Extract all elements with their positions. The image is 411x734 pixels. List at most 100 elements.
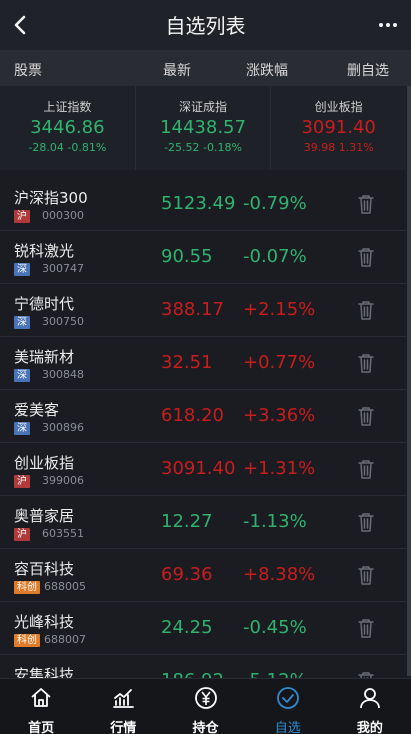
stock-change-pct: +8.38%: [243, 564, 316, 585]
stock-change-pct: -0.79%: [243, 193, 307, 214]
index-change: -28.04 -0.81%: [0, 141, 135, 154]
tab-check[interactable]: 自选: [247, 679, 329, 734]
stock-price: 12.27: [161, 511, 213, 532]
index-name: 上证指数: [43, 100, 92, 114]
delete-button[interactable]: [356, 617, 376, 639]
tab-label: 我的: [356, 721, 383, 734]
bottom-tab-bar: 首页 行情 持仓 自选 我的: [0, 678, 411, 734]
delete-button[interactable]: [356, 564, 376, 586]
stock-price: 5123.49: [161, 193, 236, 214]
tab-label: 自选: [274, 721, 301, 734]
tab-chart[interactable]: 行情: [82, 679, 164, 734]
chart-icon: [110, 685, 136, 715]
market-badge: 深: [14, 316, 30, 329]
stock-price: 90.55: [161, 246, 213, 267]
stock-price: 388.17: [161, 299, 224, 320]
stock-row[interactable]: 容百科技 科创 688005 69.36 +8.38%: [0, 549, 406, 602]
trash-icon: [356, 460, 376, 484]
stock-code: 000300: [42, 209, 84, 222]
index-change-points: 39.98: [303, 141, 336, 154]
stock-row[interactable]: 锐科激光深 300747 90.55 -0.07%: [0, 231, 406, 284]
trash-icon: [356, 513, 376, 537]
stock-name: 容百科技: [14, 560, 75, 578]
scrollbar[interactable]: [407, 86, 411, 676]
stock-row[interactable]: 宁德时代深 300750 388.17 +2.15%: [0, 284, 406, 337]
delete-button[interactable]: [356, 458, 376, 480]
market-badge: 沪: [14, 475, 30, 488]
column-stock[interactable]: 股票: [14, 60, 42, 80]
stock-code: 688007: [44, 633, 86, 646]
stock-row[interactable]: 爱美客深 300896 618.20 +3.36%: [0, 390, 406, 443]
stock-price: 69.36: [161, 564, 213, 585]
index-change: 39.98 1.31%: [271, 141, 406, 154]
trash-icon: [356, 566, 376, 590]
delete-button[interactable]: [356, 193, 376, 215]
trash-icon: [356, 619, 376, 643]
index-card[interactable]: 创业板指 3091.40 39.98 1.31%: [271, 86, 406, 170]
home-icon: [28, 685, 54, 715]
stock-change-pct: -1.13%: [243, 511, 307, 532]
index-name: 创业板指: [314, 100, 363, 114]
more-button[interactable]: [375, 12, 401, 38]
index-card[interactable]: 上证指数 3446.86 -28.04 -0.81%: [0, 86, 136, 170]
delete-button[interactable]: [356, 670, 376, 678]
delete-button[interactable]: [356, 405, 376, 427]
delete-button[interactable]: [356, 511, 376, 533]
stock-name: 创业板指: [14, 454, 75, 472]
stock-change-pct: -0.07%: [243, 246, 307, 267]
stock-row[interactable]: 沪深指300 沪 000300 5123.49 -0.79%: [0, 178, 406, 231]
trash-icon: [356, 248, 376, 272]
index-value: 3446.86: [30, 117, 105, 138]
column-change[interactable]: 涨跌幅: [246, 60, 288, 80]
tab-yuan[interactable]: 持仓: [164, 679, 246, 734]
tab-home[interactable]: 首页: [0, 679, 82, 734]
index-change-points: -28.04: [28, 141, 64, 154]
page-title: 自选列表: [165, 14, 246, 38]
index-change: -25.52 -0.18%: [136, 141, 271, 154]
stock-code: 300896: [42, 421, 84, 434]
stock-name: 美瑞新材: [14, 348, 75, 366]
stock-change-pct: +2.15%: [243, 299, 316, 320]
market-badge: 科创: [14, 634, 40, 647]
index-change-pct: -0.81%: [67, 141, 107, 154]
trash-icon: [356, 301, 376, 325]
stock-price: 32.51: [161, 352, 213, 373]
stock-price: 618.20: [161, 405, 224, 426]
stock-name: 爱美客: [14, 401, 60, 419]
check-icon: [275, 685, 301, 715]
index-change-pct: 1.31%: [338, 141, 374, 154]
stock-price: 186.92: [161, 670, 224, 678]
stock-row[interactable]: 奥普家居沪 603551 12.27 -1.13%: [0, 496, 406, 549]
delete-button[interactable]: [356, 352, 376, 374]
stock-change-pct: +0.77%: [243, 352, 316, 373]
stock-price: 3091.40: [161, 458, 236, 479]
stock-row[interactable]: 创业板指沪 399006 3091.40 +1.31%: [0, 443, 406, 496]
tab-label: 首页: [28, 721, 55, 734]
delete-button[interactable]: [356, 299, 376, 321]
stock-name: 奥普家居: [14, 507, 75, 525]
market-badge: 深: [14, 369, 30, 382]
tab-user[interactable]: 我的: [329, 679, 411, 734]
stock-row[interactable]: 光峰科技 科创 688007 24.25 -0.45%: [0, 602, 406, 655]
market-badge: 沪: [14, 528, 30, 541]
stock-code: 688005: [44, 580, 86, 593]
index-card[interactable]: 深证成指 14438.57 -25.52 -0.18%: [136, 86, 272, 170]
stock-row[interactable]: 美瑞新材深 300848 32.51 +0.77%: [0, 337, 406, 390]
watchlist: 沪深指300 沪 000300 5123.49 -0.79% 锐科激光深 300747 90.…: [0, 178, 406, 678]
yuan-icon: [193, 685, 219, 715]
index-change-pct: -0.18%: [203, 141, 242, 154]
trash-icon: [356, 195, 376, 219]
stock-name: 宁德时代: [14, 295, 75, 313]
column-latest[interactable]: 最新: [163, 60, 191, 80]
stock-change-pct: -0.45%: [243, 617, 307, 638]
stock-row[interactable]: 安集科技科创186.92-5.12%: [0, 655, 406, 678]
stock-change-pct: +3.36%: [243, 405, 316, 426]
stock-name: 安集科技: [14, 666, 75, 678]
stock-code: 399006: [42, 474, 84, 487]
column-delete: 删自选: [347, 63, 389, 79]
column-header: 股票 最新 涨跌幅 删自选: [0, 50, 411, 86]
trash-icon: [356, 354, 376, 378]
index-value: 3091.40: [301, 117, 376, 138]
user-icon: [357, 685, 383, 715]
delete-button[interactable]: [356, 246, 376, 268]
